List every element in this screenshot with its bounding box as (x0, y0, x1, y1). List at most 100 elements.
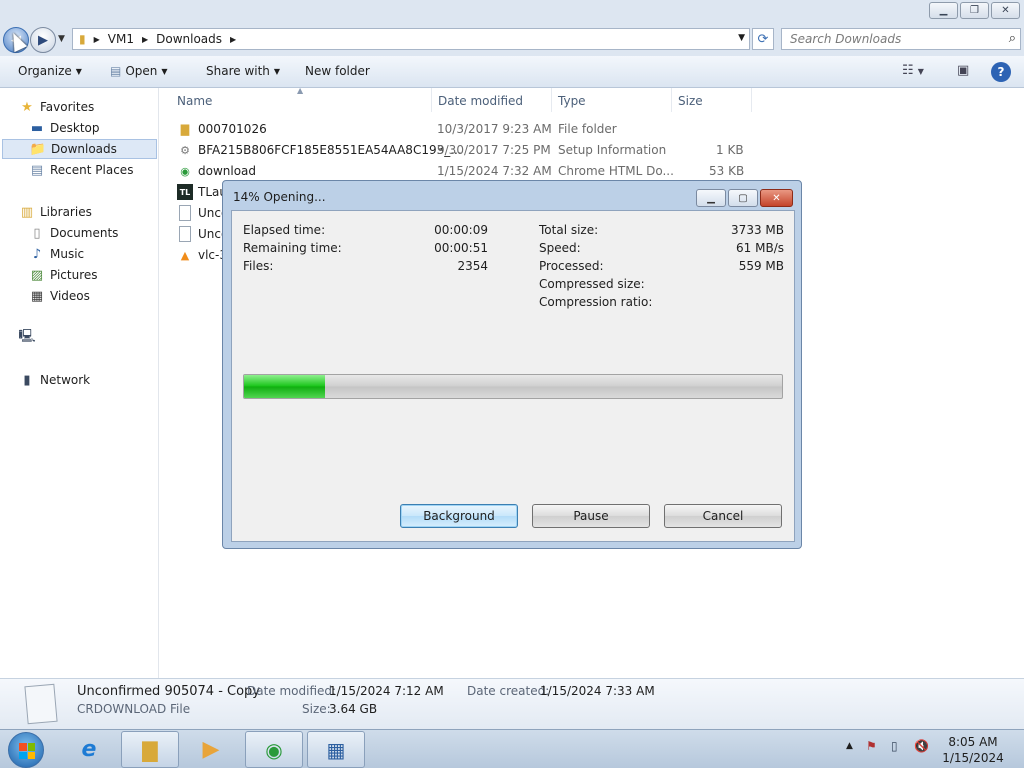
taskbar: e ▇ ▶ ◉ ▦ ▲ ⚑ ▯ 🔇 8:05 AM 1/15/2024 (0, 729, 1024, 768)
desktop-icon: ▬ (30, 120, 44, 136)
remaining-value: 00:00:51 (434, 241, 488, 255)
navigation-pane: ★ Favorites ▬ Desktop 📁 Downloads ▤ Rece… (0, 88, 159, 678)
processed-value: 559 MB (738, 259, 784, 273)
recent-places-icon: ▤ (30, 162, 44, 178)
documents-icon: ▯ (33, 225, 41, 241)
pictures-icon: ▨ (30, 267, 44, 283)
search-input[interactable]: Search Downloads ⌕ (781, 28, 1021, 50)
dialog-maximize-button[interactable]: ▢ (728, 189, 758, 207)
nav-downloads[interactable]: 📁 Downloads (2, 139, 157, 159)
document-icon (179, 205, 191, 221)
files-value: 2354 (457, 259, 488, 273)
dialog-close-button[interactable]: ✕ (760, 189, 793, 207)
search-icon[interactable]: ⌕ (1009, 31, 1016, 46)
preview-pane-icon[interactable]: ▣ (957, 63, 969, 78)
column-type[interactable]: Type (558, 94, 586, 108)
network-icon: ▮ (23, 372, 31, 388)
action-center-icon[interactable]: ⚑ (866, 739, 877, 753)
address-row: ◀ ▶ ▼ ▮ ▶ VM1 ▶ Downloads ▶ ▼ ⟳ Search D… (0, 24, 1024, 56)
table-row[interactable]: ◉ download 1/15/2024 7:32 AM Chrome HTML… (175, 161, 755, 182)
help-icon[interactable]: ? (991, 62, 1011, 82)
elapsed-label: Elapsed time: (243, 223, 326, 237)
share-with-button[interactable]: Share with ▼ (206, 64, 280, 78)
windows-logo-icon (19, 743, 35, 759)
show-hidden-icons[interactable]: ▲ (846, 741, 853, 751)
sort-ascending-icon: ▲ (297, 86, 304, 95)
compression-ratio-label: Compression ratio: (539, 295, 653, 309)
refresh-icon[interactable]: ⟳ (752, 28, 774, 50)
table-row[interactable]: ⚙ BFA215B806FCF185E8551EA54AA8C193_... 9… (175, 140, 755, 161)
files-label: Files: (243, 259, 274, 273)
cancel-button[interactable]: Cancel (664, 504, 782, 528)
speed-value: 61 MB/s (736, 241, 784, 255)
nav-computer[interactable]: 🖳 (18, 328, 177, 348)
system-clock[interactable]: 8:05 AM 1/15/2024 (930, 734, 1016, 766)
internet-explorer-icon[interactable]: e (60, 731, 118, 768)
column-name[interactable]: Name (177, 94, 212, 108)
recent-pages-dropdown[interactable]: ▼ (58, 34, 65, 44)
column-size[interactable]: Size (678, 94, 703, 108)
details-modified-value: 1/15/2024 7:12 AM (329, 684, 444, 698)
music-icon: ♪ (32, 246, 42, 262)
folder-icon: ▮ (79, 32, 86, 46)
breadcrumb-vm1[interactable]: VM1 (108, 32, 134, 46)
star-icon: ★ (21, 99, 33, 115)
nav-libraries[interactable]: ▥ Libraries (18, 202, 177, 222)
tl-app-icon: TL (177, 184, 193, 200)
chrome-taskbar-icon[interactable]: ◉ (245, 731, 303, 768)
command-bar: Organize ▼ ▤ Open ▼ Share with ▼ New folder… (0, 56, 1024, 88)
nav-network[interactable]: ▮ Network (18, 370, 177, 390)
setup-file-icon: ⚙ (180, 143, 190, 157)
details-created-value: 1/15/2024 7:33 AM (540, 684, 655, 698)
explorer-taskbar-icon[interactable]: ▇ (121, 731, 179, 768)
network-tray-icon[interactable]: ▯ (891, 739, 898, 753)
new-folder-button[interactable]: New folder (305, 64, 370, 78)
total-size-label: Total size: (539, 223, 599, 237)
details-file-name: Unconfirmed 905074 - Copy (77, 684, 261, 699)
downloads-folder-icon: 📁 (29, 141, 47, 157)
chevron-right-icon[interactable]: ▶ (94, 35, 100, 44)
minimize-button[interactable]: ▁ (929, 2, 958, 19)
chevron-right-icon[interactable]: ▶ (142, 35, 148, 44)
details-file-type: CRDOWNLOAD File (77, 702, 191, 716)
open-button[interactable]: ▤ Open ▼ (110, 64, 168, 78)
organize-button[interactable]: Organize ▼ (18, 64, 82, 78)
file-thumbnail-icon (24, 683, 58, 725)
remaining-label: Remaining time: (243, 241, 342, 255)
archiver-taskbar-icon[interactable]: ▦ (307, 731, 365, 768)
dialog-body: Elapsed time: 00:00:09 Remaining time: 0… (231, 210, 795, 542)
view-options-icon[interactable]: ☷ ▼ (902, 63, 924, 78)
volume-muted-icon[interactable]: 🔇 (914, 739, 929, 753)
dialog-title: 14% Opening... (233, 190, 326, 204)
forward-button[interactable]: ▶ (30, 27, 56, 53)
libraries-icon: ▥ (20, 204, 34, 220)
address-dropdown[interactable]: ▼ (738, 33, 745, 43)
window-titlebar: ▁ ❐ ✕ (0, 0, 1024, 24)
restore-button[interactable]: ❐ (960, 2, 989, 19)
details-created-label: Date created: (467, 684, 550, 698)
open-icon: ▤ (110, 64, 122, 78)
dialog-minimize-button[interactable]: ▁ (696, 189, 726, 207)
background-button[interactable]: Background (400, 504, 518, 528)
videos-icon: ▦ (30, 288, 44, 304)
close-button[interactable]: ✕ (991, 2, 1020, 19)
document-icon (179, 226, 191, 242)
media-player-icon[interactable]: ▶ (182, 731, 240, 768)
details-modified-label: Date modified: (247, 684, 337, 698)
start-button[interactable] (8, 732, 44, 768)
breadcrumb-downloads[interactable]: Downloads (156, 32, 222, 46)
column-date-modified[interactable]: Date modified (438, 94, 523, 108)
chrome-icon: ◉ (180, 164, 190, 178)
address-bar[interactable]: ▮ ▶ VM1 ▶ Downloads ▶ ▼ (72, 28, 750, 50)
pause-button[interactable]: Pause (532, 504, 650, 528)
nav-favorites[interactable]: ★ Favorites (18, 97, 177, 117)
details-size-label: Size: (302, 702, 331, 716)
processed-label: Processed: (539, 259, 604, 273)
compressed-size-label: Compressed size: (539, 277, 645, 291)
details-size-value: 3.64 GB (329, 702, 378, 716)
chevron-right-icon[interactable]: ▶ (230, 35, 236, 44)
computer-icon: 🖳 (18, 329, 36, 344)
opening-progress-dialog: 14% Opening... ▁ ▢ ✕ Elapsed time: 00:00… (222, 180, 802, 549)
vlc-cone-icon: ▲ (180, 248, 190, 262)
table-row[interactable]: ▇ 000701026 10/3/2017 9:23 AM File folde… (175, 119, 755, 140)
